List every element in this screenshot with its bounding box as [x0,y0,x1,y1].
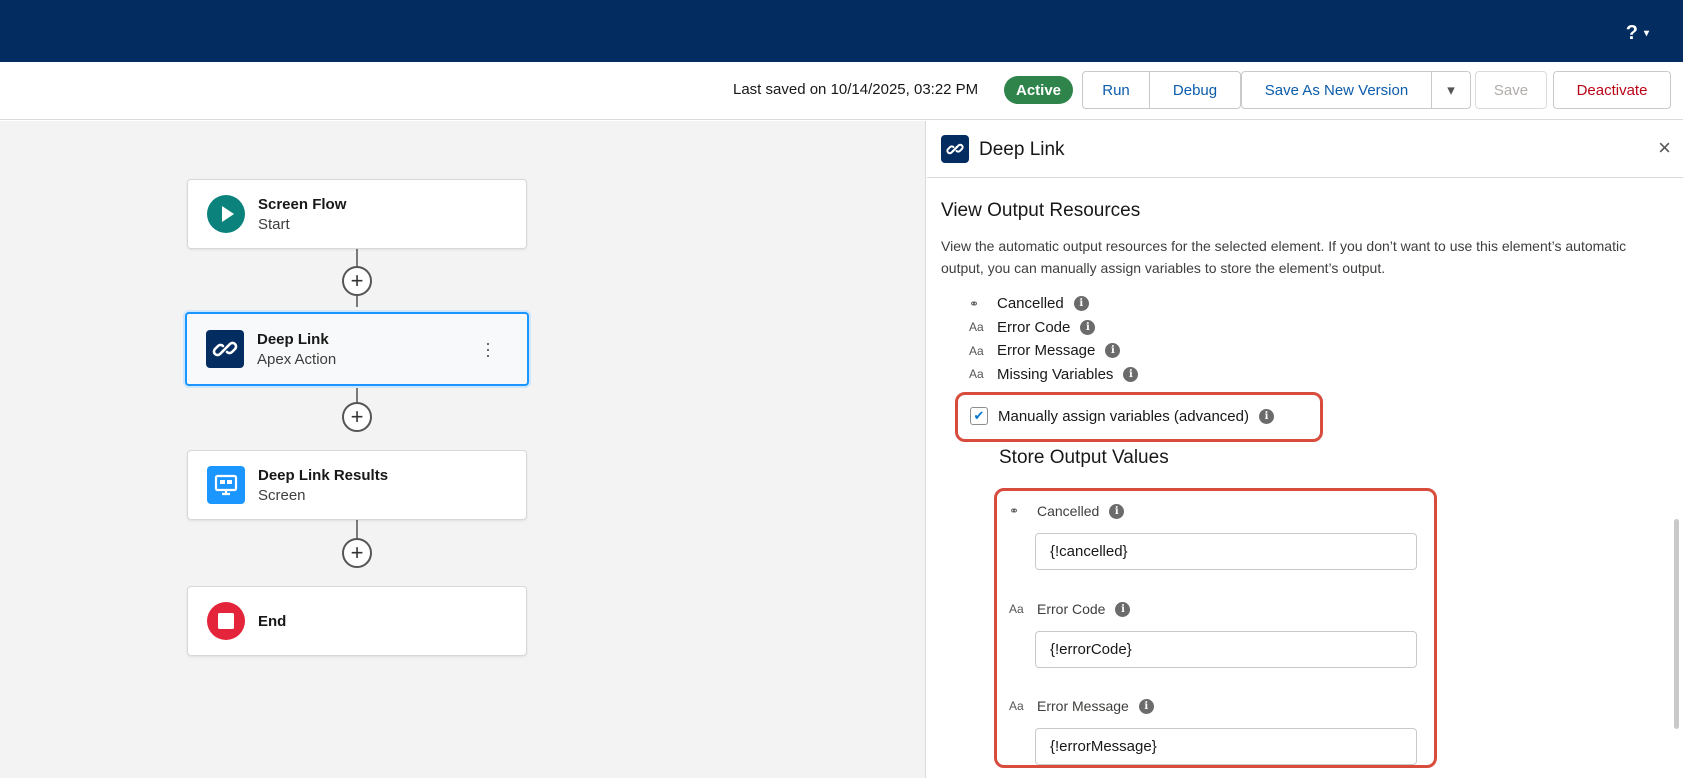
field-label-text: Error Message [1037,698,1129,714]
output-label: Error Message [997,342,1096,360]
node-title: Deep Link Results [258,466,389,484]
output-resources-list: ⚭ Cancelled i Aa Error Code i Aa Error M… [969,292,1139,387]
plus-icon: + [350,540,364,565]
save-options-dropdown-button[interactable]: ▾ [1431,71,1471,109]
list-item: Aa Error Code i [969,316,1138,340]
text-icon: Aa [969,320,984,335]
top-nav-bar: ? ▾ [0,0,1683,62]
play-icon [207,195,245,233]
help-menu-button[interactable]: ? ▾ [1626,22,1649,45]
info-icon[interactable]: i [1073,296,1089,312]
last-saved-text: Last saved on 10/14/2025, 03:22 PM [733,81,979,98]
add-element-button[interactable]: + [342,266,372,296]
status-badge: Active [1004,76,1074,104]
output-field-error-message: Aa Error Message i {!errorMessage} [1009,696,1417,765]
plus-icon: + [350,404,364,429]
debug-button[interactable]: Debug [1149,71,1241,109]
node-title: Screen Flow [258,195,347,213]
error-code-input[interactable]: {!errorCode} [1035,631,1417,668]
manual-assign-checkbox[interactable]: ✔ [970,407,988,425]
info-icon[interactable]: i [1115,601,1131,617]
boolean-icon: ⚭ [1009,504,1020,518]
node-subtitle: Start [258,215,290,233]
manual-assign-row: ✔ Manually assign variables (advanced) i [970,407,1274,425]
info-icon[interactable]: i [1138,698,1154,714]
info-icon[interactable]: i [1109,503,1125,519]
section-description: View the automatic output resources for … [941,238,1627,276]
flow-node-start[interactable]: Screen Flow Start [187,179,527,249]
stop-icon [207,602,245,640]
close-icon[interactable]: × [1658,135,1671,161]
text-icon: Aa [1009,602,1024,616]
list-item: ⚭ Cancelled i [969,292,1138,316]
list-item: Aa Error Message i [969,339,1138,363]
help-icon: ? [1625,22,1638,44]
text-icon: Aa [969,343,984,358]
field-label: ⚭ Cancelled i [1009,501,1417,521]
properties-panel: Deep Link × View Output Resources View t… [927,121,1683,778]
text-icon: Aa [969,367,984,382]
node-subtitle: Apex Action [257,350,337,368]
node-subtitle: Screen [258,486,306,504]
panel-header: Deep Link × [927,121,1683,178]
output-label: Missing Variables [997,365,1114,383]
info-icon[interactable]: i [1105,343,1121,359]
panel-scrollbar[interactable] [1674,519,1679,729]
field-label: Aa Error Message i [1009,696,1417,716]
info-icon[interactable]: i [1123,366,1139,382]
cancelled-input[interactable]: {!cancelled} [1035,533,1417,570]
flow-node-deep-link-results[interactable]: Deep Link Results Screen [187,450,527,520]
field-label-text: Cancelled [1037,503,1100,519]
field-label: Aa Error Code i [1009,599,1417,619]
add-element-button[interactable]: + [342,538,372,568]
flow-node-end[interactable]: End [187,586,527,656]
output-label: Error Code [997,318,1071,336]
link-icon [941,135,969,163]
manual-assign-label: Manually assign variables (advanced) [998,407,1249,425]
screen-icon [207,466,245,504]
section-title: View Output Resources [941,200,1141,221]
output-field-error-code: Aa Error Code i {!errorCode} [1009,599,1417,668]
flow-node-deep-link[interactable]: Deep Link Apex Action · · · [185,312,529,386]
text-icon: Aa [1009,699,1024,713]
add-element-button[interactable]: + [342,402,372,432]
panel-title: Deep Link [979,139,1065,160]
boolean-icon: ⚭ [969,296,980,311]
chevron-down-icon: ▾ [1643,28,1649,39]
output-label: Cancelled [997,295,1064,313]
node-title: Deep Link [257,330,329,348]
deactivate-button[interactable]: Deactivate [1553,71,1671,109]
checkmark-icon: ✔ [973,408,985,423]
node-title: End [258,612,287,630]
info-icon[interactable]: i [1080,319,1096,335]
chevron-down-icon: ▾ [1447,82,1455,99]
save-as-new-version-button[interactable]: Save As New Version [1241,71,1432,109]
flow-canvas[interactable]: + + + Screen Flow Start Deep Link Apex A… [0,121,926,778]
store-output-title: Store Output Values [999,447,1169,468]
more-options-icon[interactable]: · · · [485,334,491,364]
run-button[interactable]: Run [1082,71,1150,109]
error-message-input[interactable]: {!errorMessage} [1035,728,1417,765]
info-icon[interactable]: i [1258,408,1274,424]
output-field-cancelled: ⚭ Cancelled i {!cancelled} [1009,501,1417,570]
flow-toolbar: Last saved on 10/14/2025, 03:22 PM Activ… [0,62,1683,120]
link-icon [206,330,244,368]
list-item: Aa Missing Variables i [969,363,1139,387]
save-button[interactable]: Save [1475,71,1547,109]
field-label-text: Error Code [1037,601,1106,617]
plus-icon: + [350,268,364,293]
